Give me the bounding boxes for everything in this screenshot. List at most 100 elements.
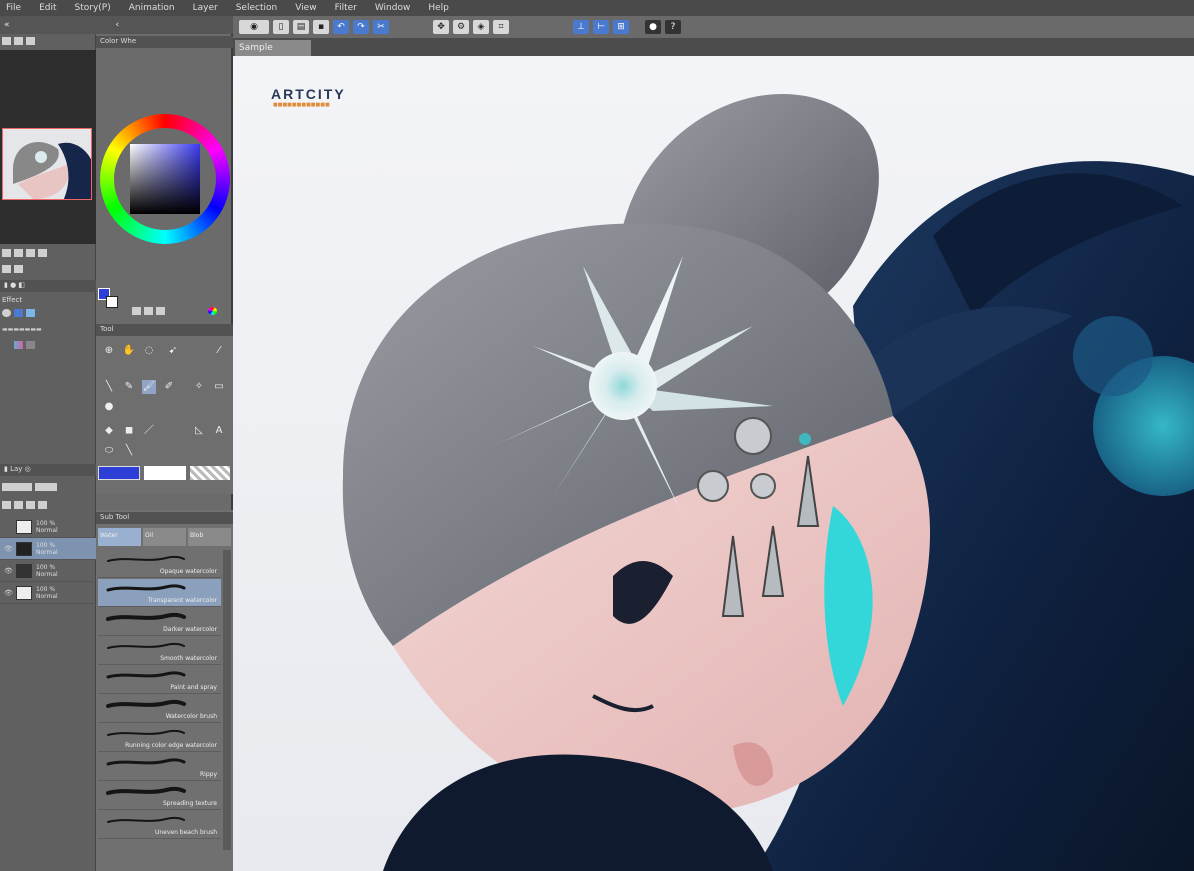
- balloon-tool-icon[interactable]: ⬭: [102, 444, 116, 458]
- gradient-tool-icon[interactable]: ◼: [122, 424, 136, 438]
- collapse-icon-2[interactable]: ‹: [116, 20, 120, 30]
- subtool-tab-water[interactable]: Water: [98, 528, 141, 546]
- navigator-zoom-icon[interactable]: [2, 37, 11, 45]
- layer-row[interactable]: 👁 100 % Normal: [0, 560, 96, 582]
- eraser-tool-icon[interactable]: ▭: [212, 380, 226, 394]
- text-tool-icon[interactable]: A: [212, 424, 226, 438]
- menu-layer[interactable]: Layer: [193, 3, 218, 13]
- redo-icon[interactable]: ↷: [353, 20, 369, 34]
- layer-clip-icon[interactable]: [14, 501, 23, 509]
- crop-icon[interactable]: ⌗: [493, 20, 509, 34]
- blend-mode-select[interactable]: [2, 483, 32, 491]
- snap-icon[interactable]: ⊢: [593, 20, 609, 34]
- brush-item[interactable]: Transparent watercolor: [98, 579, 221, 607]
- navigator-fit-icon[interactable]: [14, 37, 23, 45]
- collapse-icon[interactable]: «: [4, 20, 10, 30]
- eye-icon[interactable]: ◉: [239, 20, 269, 34]
- cut-icon[interactable]: ✂: [373, 20, 389, 34]
- menu-file[interactable]: File: [6, 3, 21, 13]
- subtool-tab-blob[interactable]: Blob: [188, 528, 231, 546]
- gradient-swatch[interactable]: [14, 341, 23, 349]
- brush-item[interactable]: Opaque watercolor: [98, 550, 221, 578]
- navigator-thumbnail[interactable]: [2, 128, 92, 200]
- fit-icon[interactable]: [14, 265, 23, 273]
- lasso-tool-icon[interactable]: ◌: [142, 344, 156, 358]
- menu-selection[interactable]: Selection: [236, 3, 277, 13]
- main-color-bar[interactable]: [98, 466, 140, 480]
- move-tool-icon[interactable]: ➹: [166, 344, 180, 358]
- layer-row[interactable]: 100 % Normal: [0, 516, 96, 538]
- transparent-color-bar[interactable]: [190, 466, 230, 480]
- color-wheel[interactable]: [100, 114, 230, 244]
- brush-item[interactable]: Spreading texture: [98, 782, 221, 810]
- blend-tool-icon[interactable]: ●: [102, 400, 116, 414]
- menu-help[interactable]: Help: [428, 3, 449, 13]
- new-file-icon[interactable]: ▯: [273, 20, 289, 34]
- layer-lock-icon[interactable]: [2, 501, 11, 509]
- menu-edit[interactable]: Edit: [39, 3, 56, 13]
- brush-item[interactable]: Darker watercolor: [98, 608, 221, 636]
- saturation-value-square[interactable]: [130, 144, 200, 214]
- brush-item[interactable]: Rippy: [98, 753, 221, 781]
- menu-animation[interactable]: Animation: [129, 3, 175, 13]
- menu-filter[interactable]: Filter: [335, 3, 357, 13]
- brush-item[interactable]: Running color edge watercolor: [98, 724, 221, 752]
- figure-tool-icon[interactable]: ／: [142, 424, 156, 438]
- ruler-tool-icon[interactable]: ◺: [192, 424, 206, 438]
- grid-icon[interactable]: ⊞: [613, 20, 629, 34]
- undo-icon[interactable]: ↶: [333, 20, 349, 34]
- canvas-tab[interactable]: Sample: [235, 40, 311, 56]
- layer-ref-icon[interactable]: [26, 501, 35, 509]
- navigator-rotate-icon[interactable]: [26, 37, 35, 45]
- decoration-tool-icon[interactable]: ✧: [192, 380, 206, 394]
- layer-row[interactable]: 👁 100 % Normal: [0, 582, 96, 604]
- pencil-tool-icon[interactable]: ✎: [122, 380, 136, 394]
- effect-circle-icon[interactable]: [2, 309, 11, 317]
- line-tool-icon[interactable]: ╲: [122, 444, 136, 458]
- brush-tool-icon[interactable]: 🖌: [142, 380, 156, 394]
- reset-icon[interactable]: [2, 265, 11, 273]
- menu-view[interactable]: View: [295, 3, 316, 13]
- hand-tool-icon[interactable]: ✋: [122, 344, 136, 358]
- airbrush-tool-icon[interactable]: ✐: [162, 380, 176, 394]
- settings-icon[interactable]: ⚙: [453, 20, 469, 34]
- sub-color-bar[interactable]: [144, 466, 186, 480]
- brush-item[interactable]: Smooth watercolor: [98, 637, 221, 665]
- subtool-scrollbar[interactable]: [223, 550, 231, 850]
- zoom-out-icon[interactable]: [2, 249, 11, 257]
- subtool-tab-oil[interactable]: Oil: [143, 528, 186, 546]
- visibility-icon[interactable]: 👁: [4, 545, 13, 553]
- rotate-icon[interactable]: [38, 249, 47, 257]
- opacity-field[interactable]: [35, 483, 57, 491]
- fill-tool-icon[interactable]: ◆: [102, 424, 116, 438]
- color-mode-icon-2[interactable]: [144, 307, 153, 315]
- save-icon[interactable]: ▪: [313, 20, 329, 34]
- brush-item[interactable]: Uneven beach brush: [98, 811, 221, 839]
- transform-icon[interactable]: ✥: [433, 20, 449, 34]
- zoom-tool-icon[interactable]: ⊕: [102, 344, 116, 358]
- help-icon[interactable]: ?: [665, 20, 681, 34]
- canvas[interactable]: ARTCITY ■■■■■■■■■■■■: [233, 56, 1194, 871]
- layer-row[interactable]: 👁 100 % Normal: [0, 538, 96, 560]
- fill-icon[interactable]: ◈: [473, 20, 489, 34]
- menu-story[interactable]: Story(P): [75, 3, 111, 13]
- menu-window[interactable]: Window: [375, 3, 411, 13]
- effect-color-icon[interactable]: [14, 309, 23, 317]
- pen-tool-icon[interactable]: ╲: [102, 380, 116, 394]
- eyedropper-tool-icon[interactable]: ⁄: [212, 344, 226, 358]
- color-mode-icon-3[interactable]: [156, 307, 165, 315]
- brush-item[interactable]: Watercolor brush: [98, 695, 221, 723]
- background-color-swatch[interactable]: [106, 296, 118, 308]
- ruler-icon[interactable]: ⊥: [573, 20, 589, 34]
- open-file-icon[interactable]: ▤: [293, 20, 309, 34]
- record-icon[interactable]: ●: [645, 20, 661, 34]
- flip-icon[interactable]: [26, 249, 35, 257]
- visibility-icon[interactable]: 👁: [4, 567, 13, 575]
- color-wheel-tab[interactable]: Color Whe: [100, 37, 136, 45]
- gray-swatch[interactable]: [26, 341, 35, 349]
- brush-item[interactable]: Paint and spray: [98, 666, 221, 694]
- color-mode-icon[interactable]: [132, 307, 141, 315]
- effect-color-icon-2[interactable]: [26, 309, 35, 317]
- visibility-icon[interactable]: 👁: [4, 589, 13, 597]
- layer-mask-icon[interactable]: [38, 501, 47, 509]
